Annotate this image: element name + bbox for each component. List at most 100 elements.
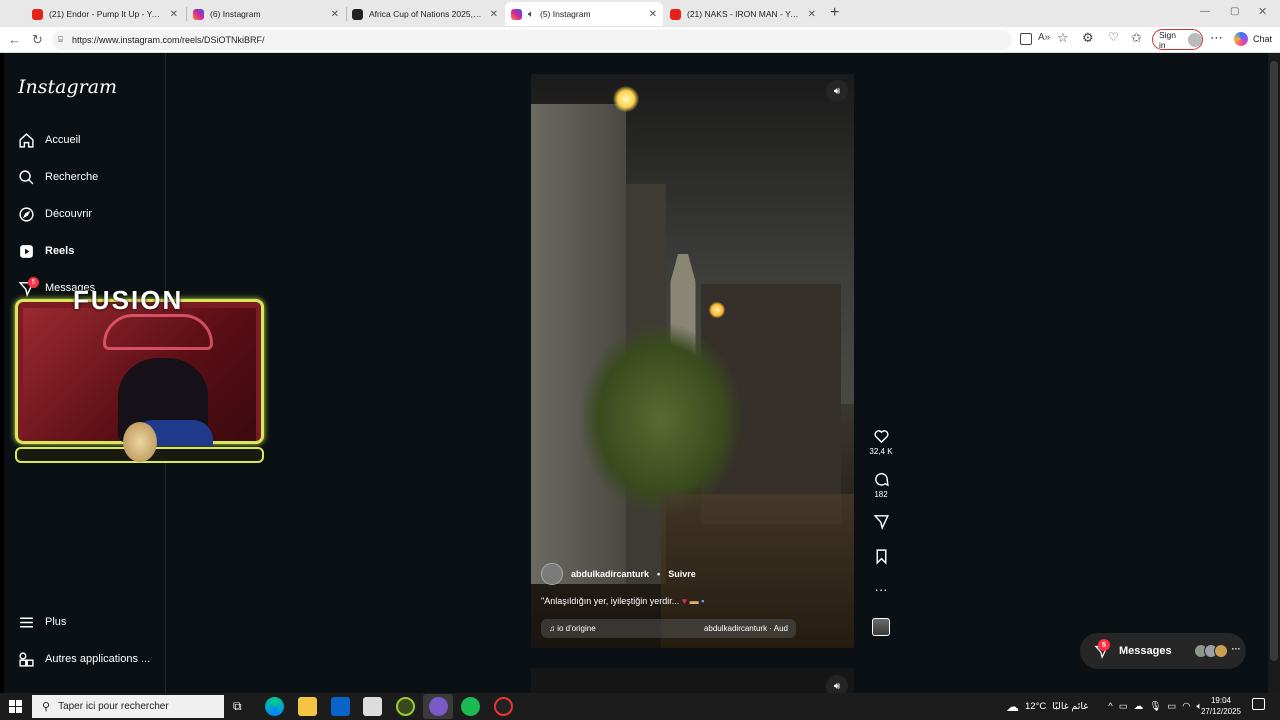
- chat-label[interactable]: Chat: [1253, 34, 1272, 44]
- notifications-icon[interactable]: [1252, 698, 1265, 710]
- read-aloud-icon[interactable]: A»: [1038, 32, 1050, 43]
- close-icon[interactable]: ✕: [170, 9, 178, 20]
- task-view-icon[interactable]: ⧉: [233, 699, 242, 714]
- site-icon: [352, 8, 363, 20]
- tab-title: (21) Endor - Pump It Up - YouTube: [49, 9, 164, 19]
- audio-credit: abdulkadircanturk · Aud: [703, 624, 788, 633]
- site-info-icon[interactable]: ⌸: [58, 35, 63, 45]
- tab-youtube-naks[interactable]: (21) NAKS - IRON MAN - YouTube ✕: [664, 2, 822, 26]
- sidebar-item-reels[interactable]: Reels: [18, 239, 74, 263]
- reel-author-row: abdulkadircanturk • Suivre: [541, 563, 696, 585]
- new-tab-button[interactable]: +: [830, 4, 839, 22]
- wifi-icon[interactable]: ◠: [1182, 701, 1190, 712]
- sidebar-item-label: Découvrir: [45, 208, 93, 220]
- weather-cloud-icon[interactable]: ☁︎: [1006, 699, 1019, 715]
- chevron-up-icon[interactable]: ^: [1108, 701, 1112, 712]
- avatar-emblem: [123, 422, 157, 462]
- home-icon: [19, 132, 34, 148]
- next-reel-video[interactable]: [531, 668, 854, 693]
- sidebar-item-recherche[interactable]: Recherche: [18, 165, 98, 189]
- tab-instagram-6[interactable]: (6) Instagram ✕: [187, 2, 345, 26]
- favorites-icon[interactable]: ✩: [1131, 30, 1142, 46]
- back-button[interactable]: ←: [8, 32, 21, 47]
- store-icon[interactable]: [363, 697, 382, 716]
- app-icon[interactable]: [429, 697, 448, 716]
- video-tree: [581, 324, 741, 514]
- tab-instagram-5[interactable]: 🔈︎ (5) Instagram ✕: [505, 2, 663, 26]
- app-available-icon[interactable]: [1020, 33, 1032, 45]
- maximize-button[interactable]: ▢: [1230, 6, 1239, 17]
- network-icon[interactable]: ▭: [1119, 701, 1128, 712]
- music-note-icon: ♫: [549, 624, 555, 633]
- weather-desc[interactable]: غائم غالبًا: [1052, 701, 1088, 712]
- browser-essentials-icon[interactable]: ♡: [1108, 30, 1119, 44]
- scrollbar-thumb[interactable]: [1270, 61, 1278, 661]
- microphone-icon[interactable]: 🎙︎: [1149, 701, 1161, 712]
- reel-caption[interactable]: "Anlaşıldığın yer, iyileştiğin yerdir...…: [541, 596, 704, 606]
- spotify-icon[interactable]: [461, 697, 480, 716]
- system-tray: ☁︎ 12°C غائم غالبًا ^ ▭ ☁︎ 🎙︎ ▭ ◠ 🔈︎: [1006, 693, 1202, 720]
- sidebar-item-plus[interactable]: Plus: [18, 610, 66, 634]
- audio-thumbnail[interactable]: [872, 618, 890, 636]
- taskbar-search-box[interactable]: ⚲ Taper ici pour rechercher: [32, 695, 224, 718]
- messages-pill[interactable]: Messages ··· 5: [1080, 633, 1246, 669]
- more-options-button[interactable]: ···: [868, 582, 894, 597]
- close-icon[interactable]: ✕: [490, 9, 498, 20]
- author-username[interactable]: abdulkadircanturk: [571, 569, 649, 579]
- close-icon[interactable]: ✕: [808, 9, 816, 20]
- file-explorer-icon[interactable]: [298, 697, 317, 716]
- send-icon: [873, 515, 889, 530]
- compass-icon: [19, 206, 34, 222]
- extensions-icon[interactable]: ⚙︎: [1082, 30, 1094, 46]
- sidebar-item-label: Autres applications ...: [45, 653, 151, 665]
- clock-time: 19:04: [1210, 696, 1232, 705]
- window-close-button[interactable]: ✕: [1258, 5, 1267, 18]
- edge-app-icon[interactable]: [265, 697, 284, 716]
- speaker-icon[interactable]: 🔈︎: [528, 9, 534, 20]
- comment-count: 182: [874, 490, 888, 499]
- favorite-star-icon[interactable]: ☆: [1057, 30, 1069, 46]
- more-menu-icon[interactable]: ⋯: [1210, 30, 1223, 46]
- clock-date: 27/12/2025: [1200, 707, 1242, 716]
- follow-button[interactable]: Suivre: [668, 569, 696, 579]
- share-button[interactable]: [868, 513, 894, 530]
- webcam-overlay: FUSION: [15, 285, 264, 465]
- sidebar-item-label: Accueil: [45, 134, 81, 146]
- battery-icon[interactable]: ▭: [1167, 701, 1176, 712]
- avatar[interactable]: [541, 563, 563, 585]
- avatar: [1213, 644, 1228, 658]
- app-icon[interactable]: [396, 697, 415, 716]
- obs-icon[interactable]: [494, 697, 513, 716]
- taskbar-clock[interactable]: 19:04 27/12/2025: [1198, 695, 1244, 717]
- reel-video[interactable]: [531, 74, 854, 648]
- comment-button[interactable]: 182: [868, 471, 894, 499]
- outlook-icon[interactable]: [331, 697, 350, 716]
- instagram-logo[interactable]: Instagram: [18, 76, 117, 98]
- flag-emoji-icon: ▪: [701, 596, 705, 606]
- close-icon[interactable]: ✕: [649, 9, 657, 20]
- close-icon[interactable]: ✕: [331, 9, 339, 20]
- refresh-button[interactable]: ↻: [32, 32, 43, 48]
- sign-in-button[interactable]: Sign in: [1152, 29, 1203, 50]
- reel-audio-pill[interactable]: ♫ io d'origine abdulkadircanturk · Aud: [541, 619, 796, 638]
- youtube-icon: [670, 8, 681, 20]
- windows-start-icon[interactable]: [9, 700, 22, 713]
- tab-africa-cup[interactable]: Africa Cup of Nations 2025, Footb ✕: [346, 2, 504, 26]
- sidebar-item-autres-applications[interactable]: Autres applications ...: [18, 647, 150, 671]
- save-button[interactable]: [868, 548, 894, 565]
- copilot-icon[interactable]: [1234, 32, 1248, 46]
- volume-icon[interactable]: 🔊︎: [826, 80, 848, 102]
- sidebar-item-accueil[interactable]: Accueil: [18, 128, 80, 152]
- sidebar-item-decouvrir[interactable]: Découvrir: [18, 202, 92, 226]
- bandage-emoji-icon: ▬: [689, 596, 699, 606]
- weather-temp[interactable]: 12°C: [1025, 701, 1046, 712]
- tab-youtube-endor[interactable]: (21) Endor - Pump It Up - YouTube ✕: [26, 2, 184, 26]
- url-field[interactable]: ⌸ https://www.instagram.com/reels/DSiOTN…: [52, 30, 1012, 50]
- like-button[interactable]: 32,4 K: [868, 428, 894, 456]
- notification-badge: 5: [28, 277, 39, 288]
- message-avatars: ···: [1193, 644, 1241, 658]
- onedrive-icon[interactable]: ☁︎: [1134, 701, 1144, 712]
- profile-avatar-icon: [1188, 32, 1202, 47]
- minimize-button[interactable]: —: [1200, 6, 1210, 17]
- page-scrollbar[interactable]: [1268, 53, 1280, 693]
